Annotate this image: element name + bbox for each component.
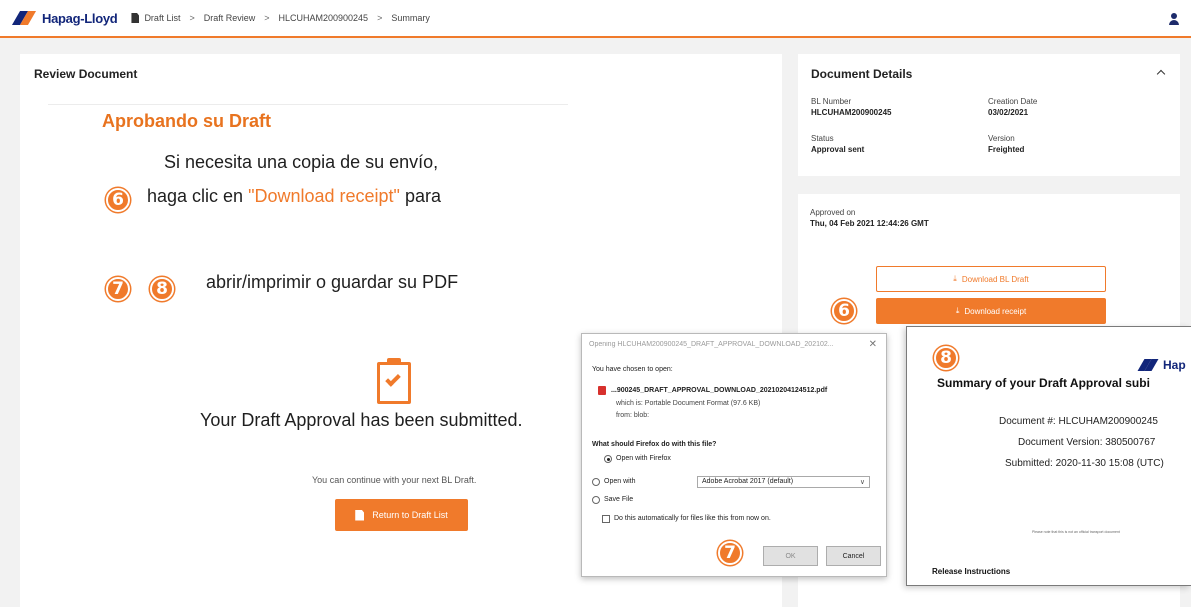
download-receipt-button[interactable]: ⤓ Download receipt — [876, 298, 1106, 324]
download-receipt-highlight: "Download receipt" — [248, 186, 400, 206]
download-icon: ⤓ — [955, 306, 960, 315]
document-icon — [131, 13, 140, 23]
step-badge-6: 6 — [106, 188, 130, 212]
version-field: Version Freighted — [988, 134, 1025, 154]
hapag-lloyd-logo[interactable]: Hapag-Lloyd — [11, 10, 118, 26]
chevron-right-icon: > — [189, 13, 195, 23]
step-badge-6-right: 6 — [832, 299, 856, 323]
download-bl-draft-button[interactable]: ⤓ Download BL Draft — [876, 266, 1106, 292]
summary-pdf-document: 8 Hap Summary of your Draft Approval sub… — [906, 326, 1191, 586]
logo-mark-icon — [11, 11, 37, 25]
open-with-label: Open with — [604, 478, 636, 485]
logo-text: Hapag-Lloyd — [42, 10, 118, 26]
chevron-right-icon: > — [377, 13, 383, 23]
step-badge-7-dialog: 7 — [718, 541, 742, 565]
application-select[interactable]: Adobe Acrobat 2017 (default) ∨ — [697, 476, 870, 488]
radio-save-file[interactable] — [592, 496, 600, 504]
divider — [48, 104, 568, 105]
submitted-message: Your Draft Approval has been submitted. — [200, 410, 523, 430]
summary-disclaimer: Please note that this is not an official… — [1032, 530, 1120, 534]
auto-checkbox-label: Do this automatically for files like thi… — [614, 515, 771, 522]
breadcrumb-bl-number[interactable]: HLCUHAM200900245 — [279, 13, 369, 23]
tutorial-line-2: haga clic en "Download receipt" para — [147, 186, 441, 206]
open-with-firefox-label: Open with Firefox — [616, 455, 671, 462]
bl-number-field: BL Number HLCUHAM200900245 — [811, 97, 892, 117]
document-details-panel: Document Details BL Number HLCUHAM2009002… — [798, 54, 1180, 176]
dialog-file-from: from: blob: — [616, 412, 650, 419]
step-badge-7: 7 — [106, 277, 130, 301]
tutorial-line-1: Si necesita una copia de su envío, — [164, 152, 439, 172]
logo-mark-icon — [1137, 359, 1159, 371]
radio-open-with[interactable] — [592, 478, 600, 486]
continue-message: You can continue with your next BL Draft… — [312, 475, 477, 485]
breadcrumb: Draft List > Draft Review > HLCUHAM20090… — [131, 13, 430, 23]
tutorial-line-3: abrir/imprimir o guardar su PDF — [206, 272, 459, 292]
chevron-down-icon: ∨ — [859, 479, 865, 486]
document-details-title: Document Details — [811, 67, 913, 81]
release-instructions-heading: Release Instructions — [932, 567, 1011, 576]
cancel-button[interactable]: Cancel — [826, 546, 881, 566]
file-open-dialog: Opening HLCUHAM200900245_DRAFT_APPROVAL_… — [581, 333, 887, 577]
breadcrumb-draft-review[interactable]: Draft Review — [204, 13, 256, 23]
step-badge-8: 8 — [150, 277, 174, 301]
ok-button[interactable]: OK — [763, 546, 818, 566]
top-bar: Hapag-Lloyd Draft List > Draft Review > … — [0, 0, 1191, 38]
approved-on: Approved on Thu, 04 Feb 2021 12:44:26 GMT — [810, 208, 929, 228]
dialog-title: Opening HLCUHAM200900245_DRAFT_APPROVAL_… — [589, 341, 834, 348]
status-field: Status Approval sent — [811, 134, 865, 154]
tutorial-title: Aprobando su Draft — [102, 111, 271, 131]
dialog-chosen-text: You have chosen to open: — [592, 366, 673, 373]
file-icon — [355, 509, 365, 521]
download-icon: ⤓ — [953, 274, 957, 283]
dialog-question: What should Firefox do with this file? — [592, 441, 717, 448]
chevron-right-icon: > — [264, 13, 270, 23]
dialog-file-type: which is: Portable Document Format (97.6… — [616, 400, 761, 407]
creation-date-field: Creation Date 03/02/2021 — [988, 97, 1038, 117]
save-file-label: Save File — [604, 496, 634, 503]
summary-document-number: Document #: HLCUHAM200900245 — [999, 416, 1158, 427]
summary-title: Summary of your Draft Approval subi — [937, 376, 1150, 390]
chevron-up-icon[interactable] — [1156, 69, 1166, 79]
summary-submitted: Submitted: 2020-11-30 15:08 (UTC) — [1005, 458, 1164, 469]
user-icon[interactable] — [1169, 13, 1179, 25]
radio-open-with-firefox[interactable] — [604, 455, 612, 463]
breadcrumb-draft-list[interactable]: Draft List — [144, 13, 180, 23]
pdf-icon — [598, 386, 606, 395]
auto-checkbox[interactable] — [602, 515, 610, 523]
summary-document-version: Document Version: 380500767 — [1018, 437, 1156, 448]
dialog-filename: ...900245_DRAFT_APPROVAL_DOWNLOAD_202102… — [611, 387, 828, 394]
close-icon[interactable]: ✕ — [869, 339, 877, 350]
hapag-lloyd-logo: Hap — [1137, 358, 1186, 372]
review-document-title: Review Document — [34, 67, 138, 81]
breadcrumb-summary: Summary — [391, 13, 430, 23]
clipboard-check-icon — [377, 358, 411, 404]
return-to-draft-list-button[interactable]: Return to Draft List — [335, 499, 468, 531]
step-badge-8-doc: 8 — [934, 346, 958, 370]
